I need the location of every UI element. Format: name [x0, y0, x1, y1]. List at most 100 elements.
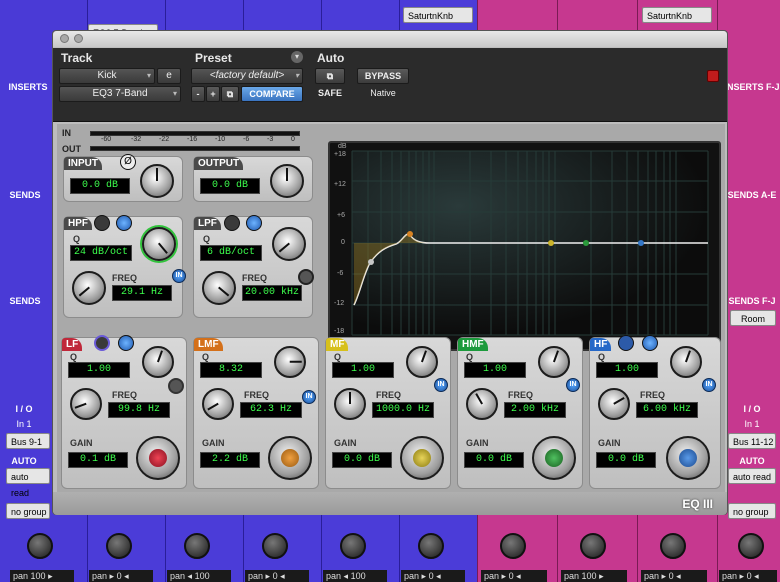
hpf-freq-display[interactable]: 29.1 Hz [112, 285, 172, 301]
close-window-icon[interactable] [60, 34, 69, 43]
lmf-gain-knob[interactable] [268, 436, 312, 480]
pan-knob[interactable] [27, 533, 53, 559]
lmf-q-display[interactable]: 8.32 [200, 362, 262, 378]
track-e-button[interactable]: e [157, 68, 181, 84]
hf-in-button[interactable]: IN [702, 378, 716, 392]
hf-q-display[interactable]: 1.00 [596, 362, 658, 378]
send-room[interactable]: Room [730, 310, 776, 326]
lpf-slope-display[interactable]: 6 dB/oct [200, 245, 262, 261]
hmf-gain-knob[interactable] [532, 436, 576, 480]
hmf-freq-display[interactable]: 2.00 kHz [504, 402, 566, 418]
window-titlebar[interactable] [53, 31, 727, 47]
pan-knob[interactable] [580, 533, 606, 559]
eq-frequency-graph[interactable]: dB +18 +12 +6 0 -6 -12 -18 20 50 100 500… [328, 141, 721, 351]
hf-gain-knob[interactable] [666, 436, 710, 480]
pan-knob[interactable] [262, 533, 288, 559]
mf-freq-display[interactable]: 1000.0 Hz [372, 402, 434, 418]
pan-knob[interactable] [340, 533, 366, 559]
lpf-curve-icon[interactable] [246, 215, 262, 231]
minimize-window-icon[interactable] [74, 34, 83, 43]
input-gain-knob[interactable] [140, 164, 174, 198]
safe-button[interactable]: SAFE [315, 86, 345, 102]
hmf-node[interactable] [583, 240, 589, 246]
io-input[interactable]: In 1 [0, 419, 48, 429]
hmf-q-knob[interactable] [538, 346, 570, 378]
lmf-freq-display[interactable]: 62.3 Hz [240, 402, 302, 418]
hpf-curve-icon[interactable] [116, 215, 132, 231]
output-gain-knob[interactable] [270, 164, 304, 198]
hf-gain-display[interactable]: 0.0 dB [596, 452, 656, 468]
lmf-q-knob[interactable] [274, 346, 306, 378]
input-gain-display[interactable]: 0.0 dB [70, 178, 130, 194]
lmf-node[interactable] [407, 231, 413, 237]
mf-gain-knob[interactable] [400, 436, 444, 480]
hf-freq-knob[interactable] [598, 388, 630, 420]
io-output-selector[interactable]: Bus 9-1 [6, 433, 50, 449]
lf-freq-knob[interactable] [70, 388, 102, 420]
mf-node[interactable] [548, 240, 554, 246]
automation-mode-selector[interactable]: auto read [6, 468, 50, 498]
lf-peak-icon[interactable] [118, 335, 134, 351]
lf-in-button[interactable] [168, 378, 184, 394]
lmf-gain-display[interactable]: 2.2 dB [200, 452, 260, 468]
track-selector[interactable]: Kick ▾ [59, 68, 155, 84]
hf-node[interactable] [638, 240, 644, 246]
lf-freq-display[interactable]: 99.8 Hz [108, 402, 170, 418]
hpf-in-button[interactable]: IN [172, 269, 186, 283]
lf-q-display[interactable]: 1.00 [68, 362, 130, 378]
preset-selector[interactable]: <factory default> ▾ [191, 68, 303, 84]
compare-button[interactable]: COMPARE [241, 86, 303, 102]
mf-q-display[interactable]: 1.00 [332, 362, 394, 378]
lpf-in-button[interactable] [298, 269, 314, 285]
preset-previous-button[interactable]: - [191, 86, 205, 102]
group-selector[interactable]: no group [6, 503, 50, 519]
hpf-node[interactable] [368, 259, 374, 265]
automation-mode-selector-right[interactable]: auto read [728, 468, 776, 484]
lmf-freq-knob[interactable] [202, 388, 234, 420]
lmf-in-button[interactable]: IN [302, 390, 316, 404]
hf-peak-icon[interactable] [642, 335, 658, 351]
hpf-slope-display[interactable]: 24 dB/oct [70, 245, 132, 261]
bypass-button[interactable]: BYPASS [357, 68, 409, 84]
lpf-freq-display[interactable]: 20.00 kHz [242, 285, 302, 301]
hmf-in-button[interactable]: IN [566, 378, 580, 392]
target-icon[interactable] [707, 70, 719, 82]
plugin-selector[interactable]: EQ3 7-Band ▾ [59, 86, 181, 102]
lpf-freq-knob[interactable] [202, 271, 236, 305]
hpf-type-icon[interactable] [94, 215, 110, 231]
hpf-freq-knob[interactable] [72, 271, 106, 305]
pan-knob[interactable] [106, 533, 132, 559]
mf-q-knob[interactable] [406, 346, 438, 378]
lf-gain-display[interactable]: 0.1 dB [68, 452, 128, 468]
mf-in-button[interactable]: IN [434, 378, 448, 392]
group-selector-right[interactable]: no group [728, 503, 776, 519]
output-gain-display[interactable]: 0.0 dB [200, 178, 260, 194]
automation-window-icon[interactable]: ⧉ [315, 68, 345, 84]
mf-freq-knob[interactable] [334, 388, 366, 420]
mf-gain-display[interactable]: 0.0 dB [332, 452, 392, 468]
hf-shelf-icon[interactable] [618, 335, 634, 351]
io-output-selector-right[interactable]: Bus 11-12 [728, 433, 776, 449]
lpf-type-icon[interactable] [224, 215, 240, 231]
copy-settings-icon[interactable]: ⧉ [221, 86, 239, 102]
pan-knob[interactable] [500, 533, 526, 559]
lf-shelf-icon[interactable] [94, 335, 110, 351]
preset-menu-icon[interactable]: ▾ [291, 51, 303, 63]
pan-knob[interactable] [660, 533, 686, 559]
lf-q-knob[interactable] [142, 346, 174, 378]
insert-slot[interactable]: SaturtnKnb [403, 7, 473, 23]
lf-gain-knob[interactable] [136, 436, 180, 480]
lpf-slope-knob[interactable] [272, 227, 306, 261]
pan-knob[interactable] [184, 533, 210, 559]
hpf-slope-knob[interactable] [142, 227, 176, 261]
hmf-gain-display[interactable]: 0.0 dB [464, 452, 524, 468]
hmf-freq-knob[interactable] [466, 388, 498, 420]
pan-knob[interactable] [738, 533, 764, 559]
phase-invert-icon[interactable]: Ø [120, 154, 136, 170]
hf-freq-display[interactable]: 6.00 kHz [636, 402, 698, 418]
io-input-right[interactable]: In 1 [724, 419, 780, 429]
insert-slot[interactable]: SaturtnKnb [642, 7, 712, 23]
hf-q-knob[interactable] [670, 346, 702, 378]
preset-next-button[interactable]: + [206, 86, 220, 102]
hmf-q-display[interactable]: 1.00 [464, 362, 526, 378]
